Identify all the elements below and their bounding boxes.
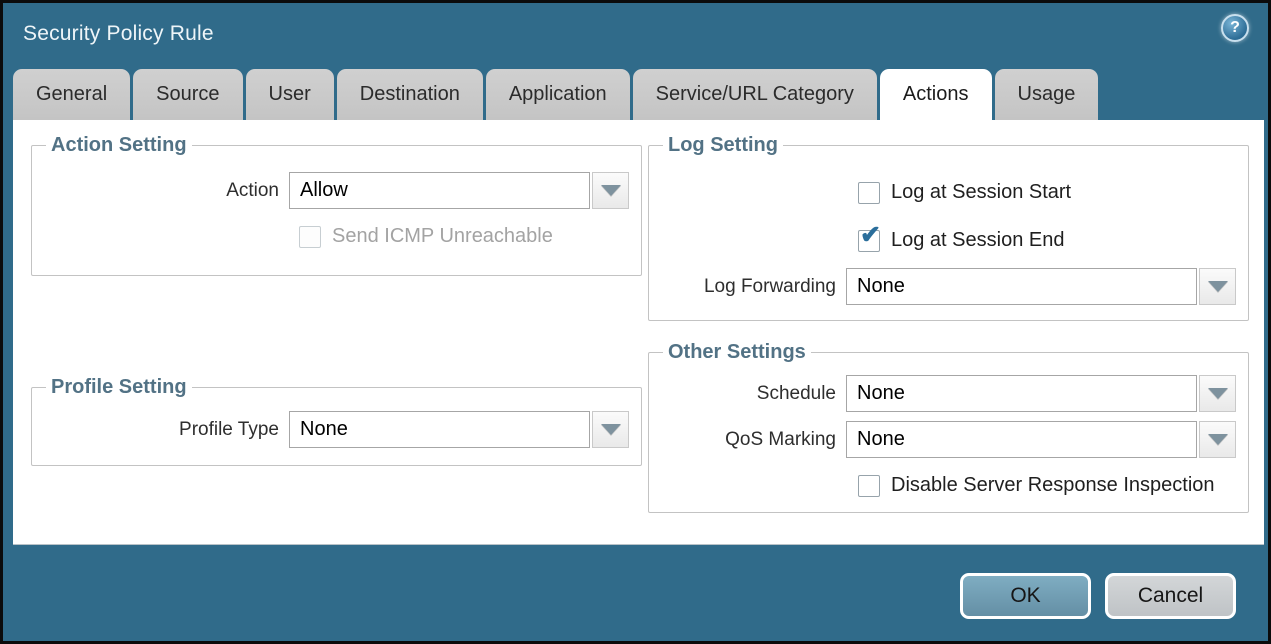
action-row: Action Allow <box>44 172 629 209</box>
profile-setting-legend: Profile Setting <box>46 376 192 399</box>
profile-type-row: Profile Type None <box>44 411 629 448</box>
other-settings-legend: Other Settings <box>663 341 811 364</box>
disable-server-response-inspection-label: Disable Server Response Inspection <box>880 474 1215 497</box>
profile-setting-group: Profile Setting Profile Type None <box>31 376 642 466</box>
tab-bar: General Source User Destination Applicat… <box>13 69 1258 120</box>
schedule-dropdown-button[interactable] <box>1199 375 1236 412</box>
log-session-end-row: ✔ Log at Session End <box>858 229 1236 252</box>
profile-type-dropdown-button[interactable] <box>592 411 629 448</box>
action-dropdown-value[interactable]: Allow <box>289 172 590 209</box>
ok-button[interactable]: OK <box>960 573 1091 619</box>
log-forwarding-dropdown: None <box>846 268 1236 305</box>
tab-service-url-category[interactable]: Service/URL Category <box>633 69 877 120</box>
schedule-dropdown-value[interactable]: None <box>846 375 1197 412</box>
log-forwarding-row: Log Forwarding None <box>661 268 1236 305</box>
log-forwarding-dropdown-value[interactable]: None <box>846 268 1197 305</box>
log-session-end-checkbox[interactable]: ✔ <box>858 230 880 252</box>
page-title: Security Policy Rule <box>23 22 214 46</box>
security-policy-rule-dialog: Security Policy Rule ? General Source Us… <box>0 0 1271 644</box>
profile-type-dropdown: None <box>289 411 629 448</box>
tab-actions[interactable]: Actions <box>880 69 992 120</box>
chevron-down-icon <box>601 424 621 435</box>
chevron-down-icon <box>601 185 621 196</box>
log-session-start-label: Log at Session Start <box>880 181 1071 204</box>
content-panel: Action Setting Action Allow ✔ Send ICMP … <box>13 120 1264 545</box>
dialog-footer: OK Cancel <box>3 573 1268 619</box>
qos-marking-dropdown: None <box>846 421 1236 458</box>
tab-destination[interactable]: Destination <box>337 69 483 120</box>
cancel-button[interactable]: Cancel <box>1105 573 1236 619</box>
profile-type-label: Profile Type <box>44 419 289 441</box>
send-icmp-checkbox[interactable]: ✔ <box>299 226 321 248</box>
qos-marking-dropdown-button[interactable] <box>1199 421 1236 458</box>
send-icmp-row: ✔ Send ICMP Unreachable <box>299 225 629 248</box>
tab-user[interactable]: User <box>246 69 334 120</box>
tab-usage[interactable]: Usage <box>995 69 1099 120</box>
help-icon[interactable]: ? <box>1221 14 1249 42</box>
send-icmp-label: Send ICMP Unreachable <box>321 225 553 248</box>
qos-marking-dropdown-value[interactable]: None <box>846 421 1197 458</box>
tab-application[interactable]: Application <box>486 69 630 120</box>
action-dropdown-button[interactable] <box>592 172 629 209</box>
help-glyph: ? <box>1230 19 1240 37</box>
tab-source[interactable]: Source <box>133 69 242 120</box>
action-setting-group: Action Setting Action Allow ✔ Send ICMP … <box>31 134 642 276</box>
check-icon: ✔ <box>860 223 881 248</box>
chevron-down-icon <box>1208 434 1228 445</box>
action-label: Action <box>44 180 289 202</box>
disable-server-response-inspection-checkbox[interactable]: ✔ <box>858 475 880 497</box>
schedule-dropdown: None <box>846 375 1236 412</box>
log-session-end-label: Log at Session End <box>880 229 1064 252</box>
log-setting-group: Log Setting ✔ Log at Session Start ✔ Log… <box>648 134 1249 321</box>
action-dropdown: Allow <box>289 172 629 209</box>
log-forwarding-dropdown-button[interactable] <box>1199 268 1236 305</box>
other-settings-group: Other Settings Schedule None QoS Marking… <box>648 341 1249 513</box>
profile-type-dropdown-value[interactable]: None <box>289 411 590 448</box>
chevron-down-icon <box>1208 281 1228 292</box>
title-bar: Security Policy Rule ? <box>3 3 1268 65</box>
log-session-start-row: ✔ Log at Session Start <box>858 181 1236 204</box>
action-setting-legend: Action Setting <box>46 134 192 157</box>
log-session-start-checkbox[interactable]: ✔ <box>858 182 880 204</box>
dsri-row: ✔ Disable Server Response Inspection <box>858 474 1236 497</box>
log-setting-legend: Log Setting <box>663 134 783 157</box>
chevron-down-icon <box>1208 388 1228 399</box>
qos-marking-row: QoS Marking None <box>661 421 1236 458</box>
qos-marking-label: QoS Marking <box>661 429 846 451</box>
tab-general[interactable]: General <box>13 69 130 120</box>
schedule-row: Schedule None <box>661 375 1236 412</box>
log-forwarding-label: Log Forwarding <box>661 276 846 298</box>
schedule-label: Schedule <box>661 383 846 405</box>
